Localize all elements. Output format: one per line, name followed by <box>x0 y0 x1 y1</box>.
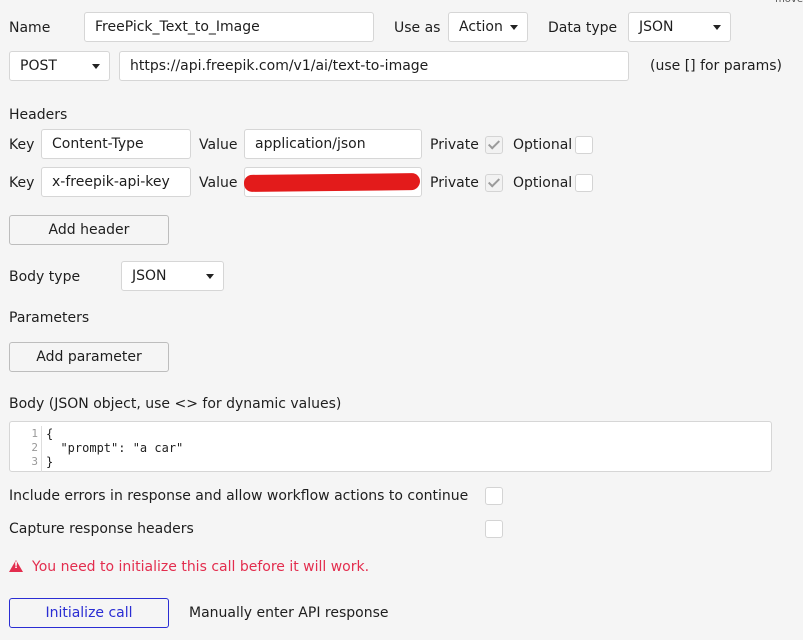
warning-icon: ! <box>9 560 23 572</box>
header-key-label: Key <box>9 137 35 153</box>
add-parameter-button[interactable]: Add parameter <box>9 342 169 372</box>
header-value-input[interactable]: application/json <box>244 129 422 159</box>
line-number: 3 <box>31 455 38 468</box>
include-errors-label: Include errors in response and allow wor… <box>9 488 469 504</box>
capture-headers-label: Capture response headers <box>9 521 194 537</box>
redaction-scribble <box>243 173 421 192</box>
body-type-select[interactable]: JSON <box>121 261 224 291</box>
url-hint: (use [] for params) <box>650 58 782 74</box>
optional-label: Optional <box>513 175 573 191</box>
initialize-call-button[interactable]: Initialize call <box>9 598 169 628</box>
private-label: Private <box>430 137 479 153</box>
code-line: "prompt": "a car" <box>46 441 184 455</box>
header-key-input[interactable]: Content-Type <box>41 129 191 159</box>
body-type-value: JSON <box>132 268 167 284</box>
chevron-down-icon <box>206 274 214 279</box>
header-value-label: Value <box>199 137 238 153</box>
chevron-down-icon <box>510 25 518 30</box>
use-as-label: Use as <box>394 20 441 36</box>
header-value-label: Value <box>199 175 238 191</box>
data-type-label: Data type <box>548 20 618 36</box>
include-errors-checkbox[interactable] <box>485 487 503 505</box>
method-value: POST <box>20 58 57 74</box>
add-header-button[interactable]: Add header <box>9 215 169 245</box>
body-type-label: Body type <box>9 269 81 285</box>
capture-headers-checkbox[interactable] <box>485 520 503 538</box>
header-key-label: Key <box>9 175 35 191</box>
code-line: } <box>46 455 54 469</box>
body-code-editor[interactable]: 1 2 3 { "prompt": "a car" } <box>9 421 772 472</box>
chevron-down-icon <box>713 25 721 30</box>
optional-label: Optional <box>513 137 573 153</box>
manual-entry-link[interactable]: Manually enter API response <box>189 603 388 623</box>
data-type-value: JSON <box>639 19 674 35</box>
use-as-select[interactable]: Action <box>448 12 528 42</box>
optional-checkbox[interactable] <box>575 136 593 154</box>
private-checkbox[interactable] <box>485 136 503 154</box>
code-line: { <box>46 427 54 441</box>
data-type-select[interactable]: JSON <box>628 12 731 42</box>
check-icon <box>487 175 501 188</box>
private-label: Private <box>430 175 479 191</box>
chevron-down-icon <box>92 64 100 69</box>
body-label: Body (JSON object, use <> for dynamic va… <box>9 396 342 412</box>
method-select[interactable]: POST <box>9 51 110 81</box>
private-checkbox[interactable] <box>485 174 503 192</box>
corner-text: move <box>775 0 803 5</box>
line-number: 2 <box>31 441 38 454</box>
use-as-value: Action <box>459 19 503 35</box>
check-icon <box>487 137 501 150</box>
header-key-input[interactable]: x-freepik-api-key <box>41 167 191 197</box>
parameters-title: Parameters <box>9 310 90 326</box>
name-label: Name <box>9 20 51 36</box>
optional-checkbox[interactable] <box>575 174 593 192</box>
name-input[interactable]: FreePick_Text_to_Image <box>84 12 374 42</box>
warning-text: You need to initialize this call before … <box>32 559 370 575</box>
line-number: 1 <box>31 427 38 440</box>
headers-title: Headers <box>9 107 68 123</box>
url-input[interactable]: https://api.freepik.com/v1/ai/text-to-im… <box>119 51 629 81</box>
